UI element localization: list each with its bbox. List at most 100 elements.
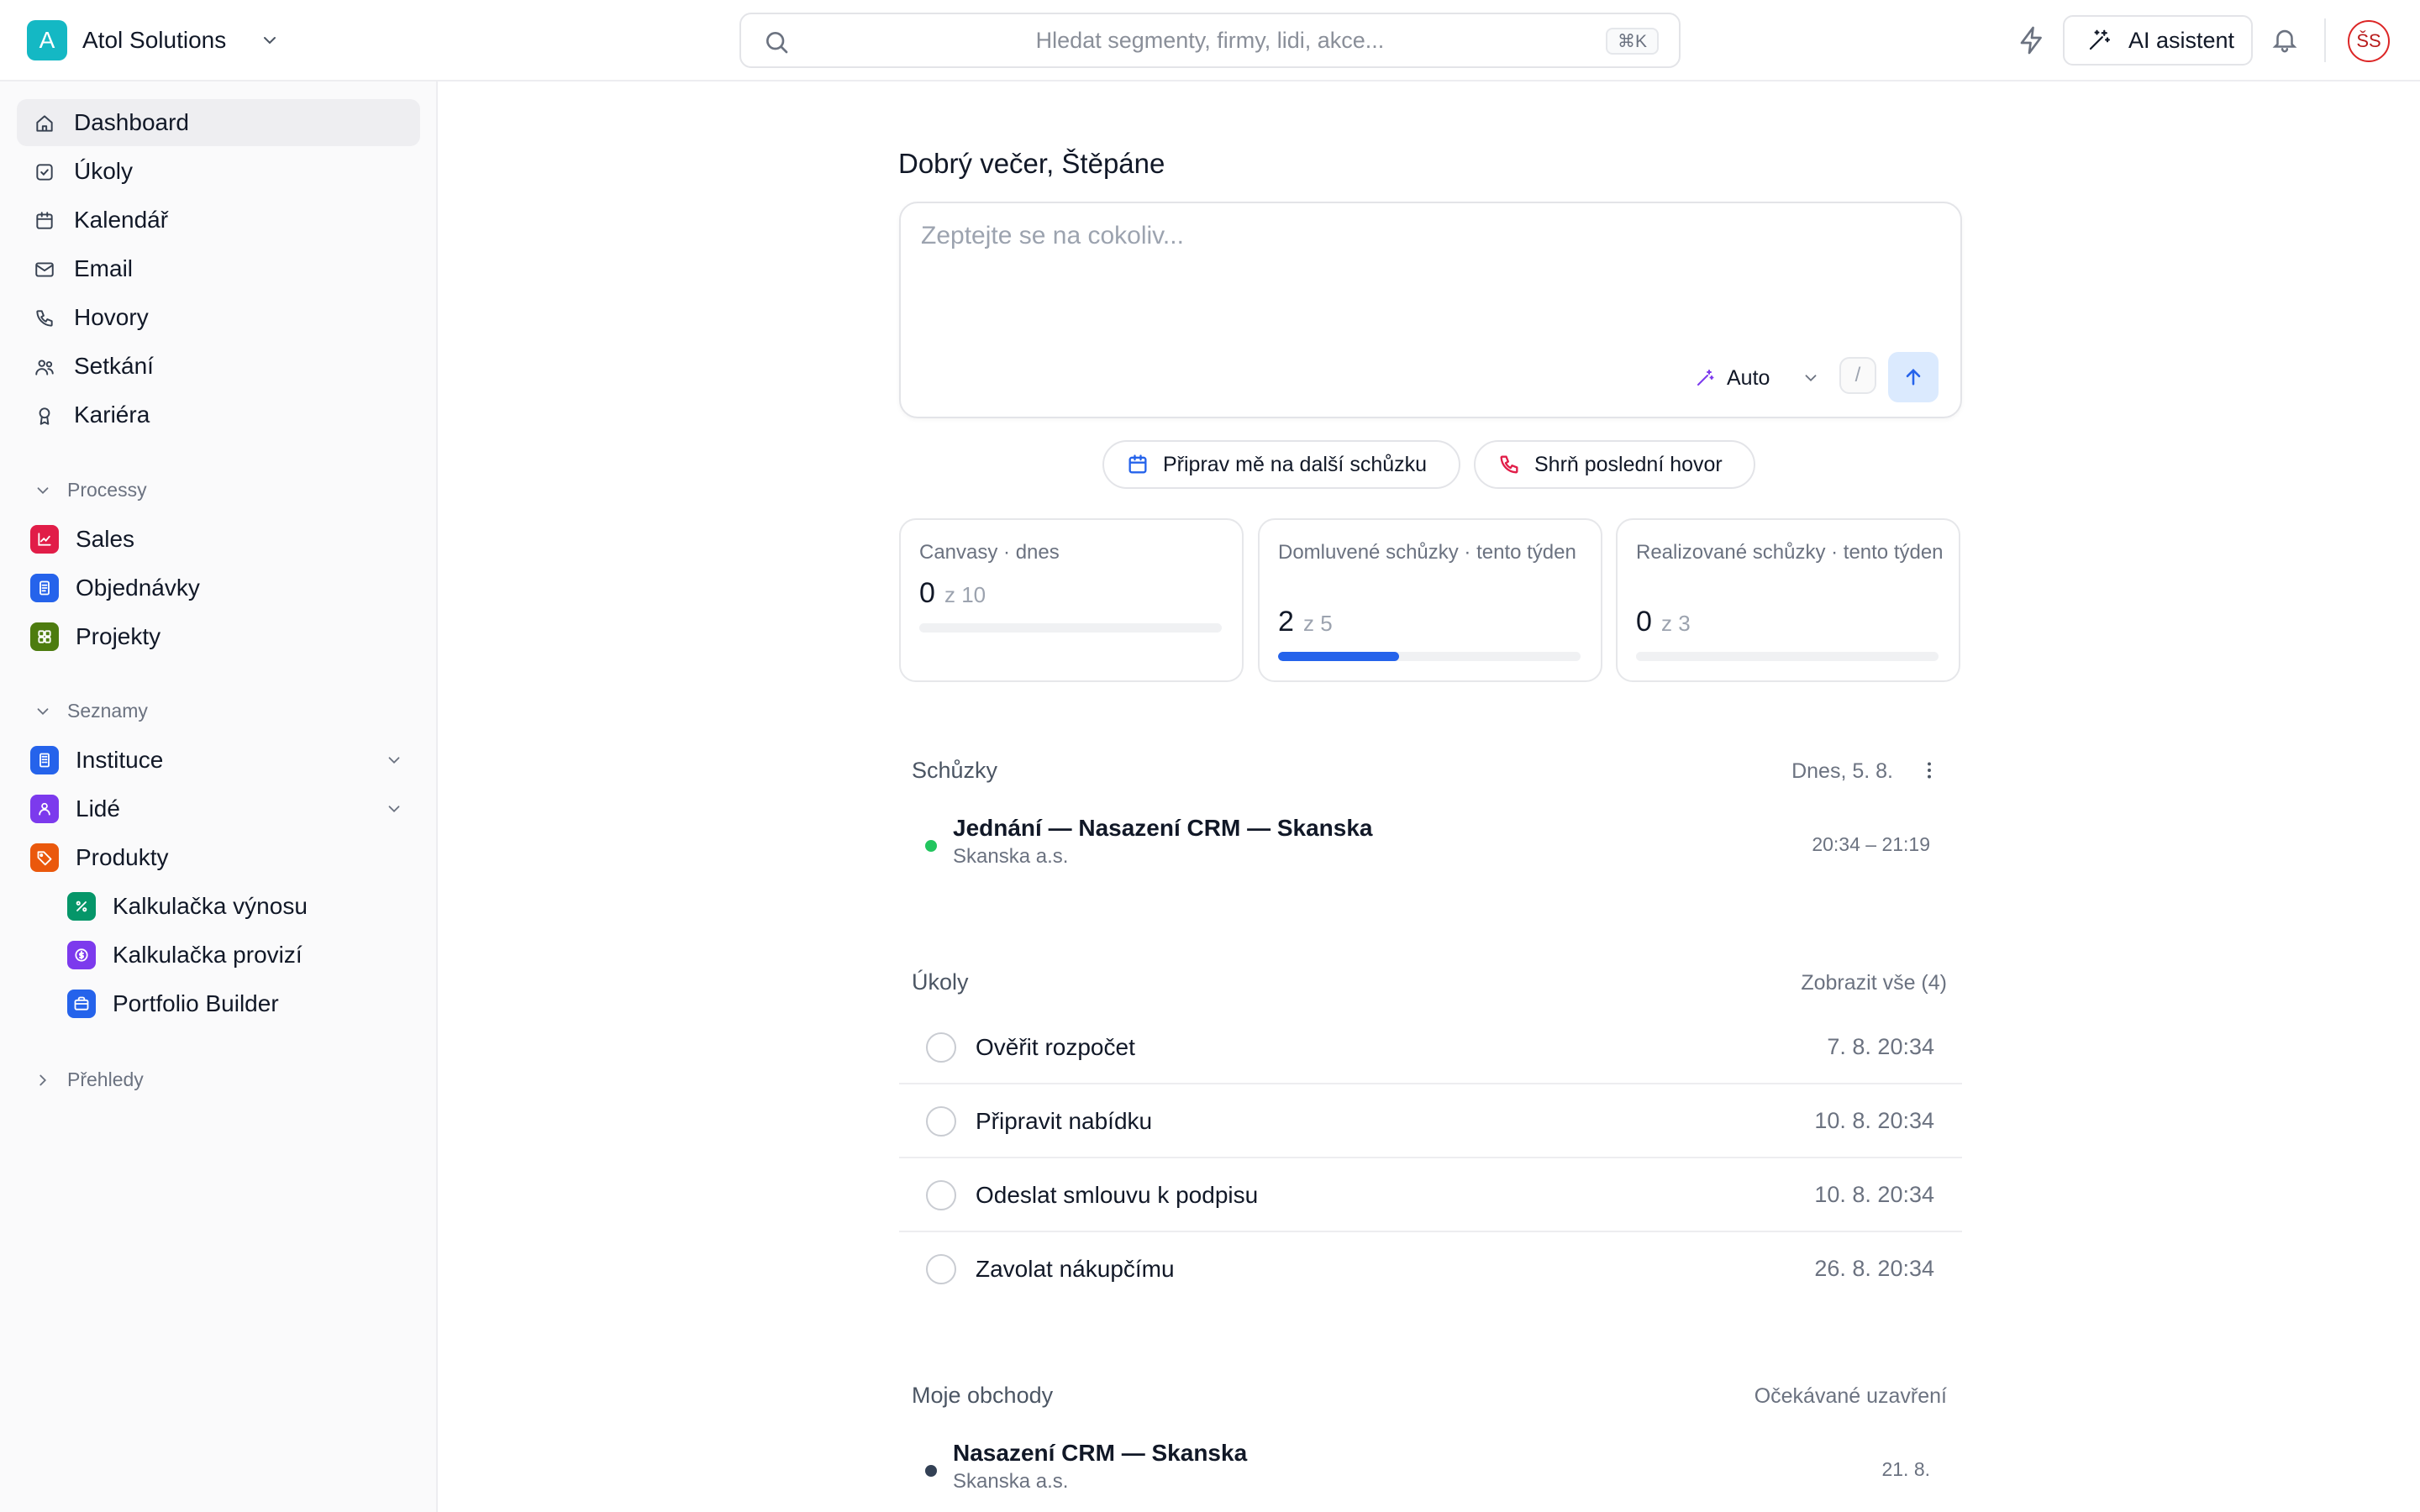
task-label: Odeslat smlouvu k podpisu (976, 1182, 1259, 1208)
award-icon (34, 405, 55, 427)
sidebar-item-email[interactable]: Email (17, 245, 420, 292)
sidebar-item-label: Lidé (76, 795, 120, 822)
slash-commands-button[interactable]: / (1839, 357, 1876, 394)
stat-progress-fill (1278, 652, 1399, 661)
search-shortcut: ⌘K (1605, 28, 1659, 55)
ai-assistant-button[interactable]: AI asistent (2063, 15, 2253, 66)
sidebar-item-meetings[interactable]: Setkání (17, 343, 420, 390)
sidebar-item-projects[interactable]: Projekty (17, 614, 420, 659)
search-input[interactable] (741, 14, 1679, 66)
meeting-row[interactable]: Jednání — Nasazení CRM — Skanska Skanska… (899, 811, 1962, 872)
sidebar-item-label: Objednávky (76, 575, 200, 601)
stat-target: z 10 (944, 582, 986, 607)
bell-icon[interactable] (2270, 25, 2299, 54)
suggestion-prepare-meeting[interactable]: Připrav mě na další schůzku (1102, 440, 1460, 489)
sidebar-item-yield-calculator[interactable]: Kalkulačka výnosu (17, 884, 420, 929)
chart-icon (30, 525, 59, 554)
sidebar-item-institutions[interactable]: Instituce (17, 738, 420, 783)
sidebar-item-commission-calculator[interactable]: Kalkulačka provizí (17, 932, 420, 978)
global-search[interactable]: ⌘K (739, 13, 1681, 68)
deals-section-title: Moje obchody (912, 1383, 1054, 1408)
tag-icon (30, 843, 59, 872)
task-row[interactable]: Zavolat nákupčímu 26. 8. 20:34 (899, 1232, 1962, 1306)
sidebar-item-career[interactable]: Kariéra (17, 391, 420, 438)
task-checkbox[interactable] (926, 1106, 956, 1137)
task-checkbox[interactable] (926, 1254, 956, 1284)
stat-progress-track (919, 623, 1222, 633)
tasks-show-all-link[interactable]: Zobrazit vše (4) (1801, 971, 1947, 995)
task-row[interactable]: Ověřit rozpočet 7. 8. 20:34 (899, 1011, 1962, 1084)
sidebar-item-calendar[interactable]: Kalendář (17, 197, 420, 244)
stat-target: z 3 (1661, 611, 1691, 636)
mode-select-label: Auto (1727, 365, 1770, 390)
bolt-icon[interactable] (2017, 25, 2047, 55)
person-icon (30, 795, 59, 823)
group-processes-toggle[interactable]: Processy (17, 473, 420, 507)
mode-select[interactable]: Auto (1695, 361, 1820, 395)
sidebar-item-label: Kariéra (74, 402, 150, 428)
stat-card-canvases[interactable]: Canvasy · dnes 0 z 10 (899, 518, 1244, 682)
stat-card-scheduled-meetings[interactable]: Domluvené schůzky · tento týden 2 z 5 (1258, 518, 1602, 682)
group-lists-title: Seznamy (67, 699, 148, 722)
search-icon (763, 29, 790, 55)
task-label: Zavolat nákupčímu (976, 1256, 1175, 1282)
sidebar-item-products[interactable]: Produkty (17, 835, 420, 880)
task-checkbox[interactable] (926, 1032, 956, 1063)
deal-company: Skanska a.s. (953, 1470, 1069, 1493)
sidebar-item-dashboard[interactable]: Dashboard (17, 99, 420, 146)
suggestion-summarize-call[interactable]: Shrň poslední hovor (1474, 440, 1755, 489)
task-row[interactable]: Odeslat smlouvu k podpisu 10. 8. 20:34 (899, 1158, 1962, 1232)
meetings-section-title: Schůzky (912, 758, 998, 783)
stat-card-completed-meetings[interactable]: Realizované schůzky · tento týden 0 z 3 (1616, 518, 1960, 682)
sidebar-item-tasks[interactable]: Úkoly (17, 148, 420, 195)
sparkle-wand-icon (1695, 368, 1715, 388)
sidebar-item-label: Projekty (76, 623, 161, 649)
sidebar-item-sales[interactable]: Sales (17, 517, 420, 562)
tasks-section-title: Úkoly (912, 969, 969, 995)
deal-row[interactable]: Nasazení CRM — Skanska Skanska a.s. 21. … (899, 1436, 1962, 1497)
send-button[interactable] (1888, 352, 1939, 402)
group-reports-toggle[interactable]: Přehledy (17, 1063, 420, 1096)
task-due: 7. 8. 20:34 (1827, 1034, 1934, 1059)
arrow-up-icon (1902, 365, 1925, 389)
users-icon (34, 356, 55, 378)
ai-prompt-input[interactable] (921, 222, 1929, 323)
top-bar: A Atol Solutions ⌘K AI asistent ŠS (0, 0, 2420, 81)
header-divider (2324, 18, 2326, 62)
sidebar-item-calls[interactable]: Hovory (17, 294, 420, 341)
stat-title: Canvasy · dnes (919, 541, 1060, 564)
chevron-down-icon[interactable] (385, 751, 403, 769)
deal-title: Nasazení CRM — Skanska (953, 1440, 1248, 1466)
workspace-logo: A (27, 20, 67, 60)
workspace-switcher[interactable]: A Atol Solutions (27, 20, 280, 60)
task-due: 10. 8. 20:34 (1814, 1182, 1934, 1207)
task-due: 26. 8. 20:34 (1814, 1256, 1934, 1281)
sidebar-item-portfolio-builder[interactable]: Portfolio Builder (17, 981, 420, 1026)
page-greeting: Dobrý večer, Štěpáne (898, 148, 1165, 179)
ai-composer: Auto / (899, 202, 1962, 418)
sidebar-item-people[interactable]: Lidé (17, 786, 420, 832)
building-icon (30, 746, 59, 774)
stat-target: z 5 (1303, 611, 1333, 636)
chevron-down-icon[interactable] (385, 800, 403, 818)
coin-icon (67, 941, 96, 969)
meeting-title: Jednání — Nasazení CRM — Skanska (953, 815, 1373, 841)
group-lists-toggle[interactable]: Seznamy (17, 694, 420, 727)
status-dot (925, 1465, 937, 1477)
grid-icon (30, 622, 59, 651)
user-avatar[interactable]: ŠS (2348, 20, 2390, 62)
stat-title: Domluvené schůzky · tento týden (1278, 541, 1576, 564)
deals-column-header: Očekávané uzavření (1754, 1384, 1947, 1408)
task-label: Ověřit rozpočet (976, 1034, 1135, 1060)
more-vertical-icon[interactable] (1918, 759, 1940, 781)
percent-icon (67, 892, 96, 921)
stat-progress-track (1636, 652, 1939, 661)
sidebar-item-label: Produkty (76, 844, 169, 870)
task-row[interactable]: Připravit nabídku 10. 8. 20:34 (899, 1084, 1962, 1158)
sidebar-item-label: Hovory (74, 304, 149, 330)
document-icon (30, 574, 59, 602)
task-checkbox[interactable] (926, 1180, 956, 1210)
sidebar-item-orders[interactable]: Objednávky (17, 565, 420, 611)
sidebar-item-label: Portfolio Builder (113, 990, 279, 1016)
suggestion-label: Shrň poslední hovor (1534, 452, 1723, 476)
